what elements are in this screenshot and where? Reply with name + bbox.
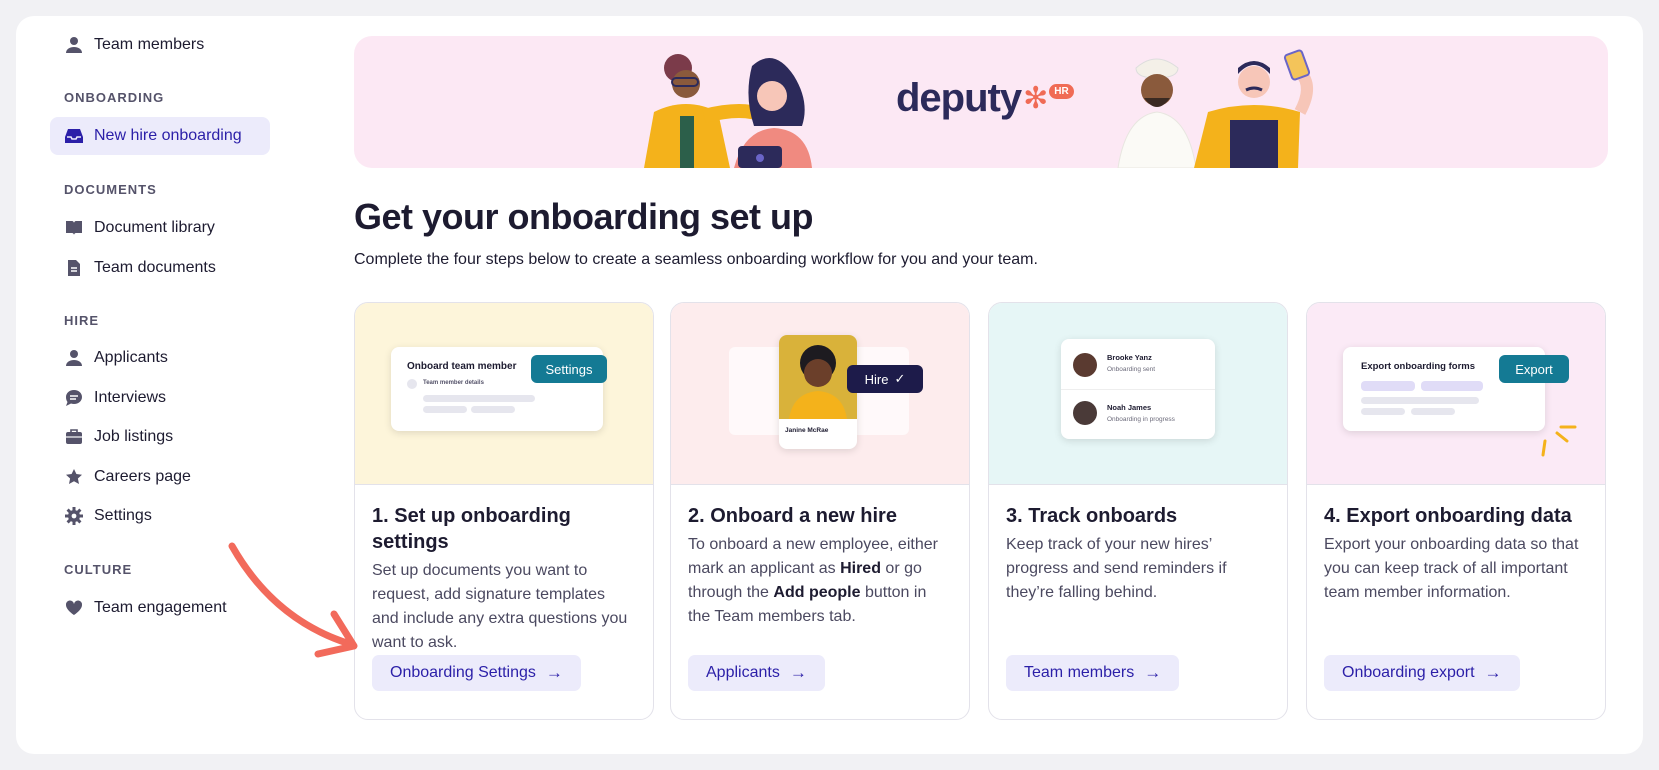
mini-status-list: Brooke Yanz Onboarding sent Noah James O… bbox=[1061, 339, 1215, 439]
sidebar-item-job-listings[interactable]: Job listings bbox=[50, 418, 270, 456]
sidebar-item-label: Settings bbox=[94, 507, 152, 524]
sidebar-item-label: Applicants bbox=[94, 349, 168, 366]
page-subtitle: Complete the four steps below to create … bbox=[354, 251, 1038, 268]
step-card-settings: Onboard team member Team member details … bbox=[354, 302, 654, 720]
placeholder-chip bbox=[1421, 381, 1483, 391]
sidebar-item-team-members[interactable]: Team members bbox=[50, 26, 270, 64]
mini-form-title: Onboard team member bbox=[407, 361, 517, 372]
illustration-people-right bbox=[1117, 49, 1313, 168]
sidebar-item-team-documents[interactable]: Team documents bbox=[50, 249, 270, 287]
section-title-onboarding: ONBOARDING bbox=[64, 90, 165, 105]
team-members-link[interactable]: Team members → bbox=[1006, 655, 1180, 691]
sidebar-item-label: Team members bbox=[94, 36, 205, 53]
sidebar-item-document-library[interactable]: Document library bbox=[50, 209, 270, 247]
sidebar-item-label: Interviews bbox=[94, 389, 167, 406]
app-window: Team members ONBOARDING New hire onboard… bbox=[16, 16, 1643, 754]
mini-form-row: Team member details bbox=[423, 380, 484, 386]
section-title-culture: CULTURE bbox=[64, 562, 133, 577]
placeholder-bar bbox=[423, 406, 467, 413]
mini-panel-title: Export onboarding forms bbox=[1361, 361, 1475, 372]
placeholder-chip bbox=[1361, 381, 1415, 391]
sparkle-lines-icon bbox=[1541, 425, 1577, 457]
arrow-right-icon: → bbox=[1144, 663, 1162, 682]
person-icon bbox=[64, 348, 84, 368]
card-title: 1. Set up onboarding settings bbox=[372, 505, 571, 553]
sparkle-icon: ✻ bbox=[1023, 82, 1048, 115]
step-card-onboard-hire: Janine McRae Hire ✓ 2. Onboard a new hir… bbox=[670, 302, 970, 720]
arrow-right-icon: → bbox=[1484, 663, 1502, 682]
star-icon bbox=[64, 467, 84, 487]
placeholder-bar bbox=[1361, 408, 1405, 415]
card-description: Set up documents you want to request, ad… bbox=[372, 562, 628, 651]
card-illustration: Brooke Yanz Onboarding sent Noah James O… bbox=[989, 303, 1287, 485]
annotation-arrow bbox=[228, 542, 358, 658]
placeholder-bar bbox=[1361, 397, 1479, 404]
person-name: Brooke Yanz bbox=[1107, 353, 1152, 362]
inbox-icon bbox=[64, 126, 84, 146]
brand-logo: deputy ✻ HR bbox=[896, 76, 1074, 121]
mini-settings-button: Settings bbox=[531, 355, 607, 383]
placeholder-bar bbox=[471, 406, 515, 413]
mini-hire-button: Hire ✓ bbox=[847, 365, 923, 393]
step-card-track: Brooke Yanz Onboarding sent Noah James O… bbox=[988, 302, 1288, 720]
briefcase-icon bbox=[64, 427, 84, 447]
sidebar-item-careers-page[interactable]: Careers page bbox=[50, 458, 270, 496]
page-title: Get your onboarding set up bbox=[354, 196, 814, 237]
person-icon bbox=[64, 35, 84, 55]
mini-export-button: Export bbox=[1499, 355, 1569, 383]
card-description: To onboard a new employee, either mark a… bbox=[688, 536, 938, 625]
arrow-right-icon: → bbox=[789, 663, 807, 682]
sidebar-item-interviews[interactable]: Interviews bbox=[50, 379, 270, 417]
heart-icon bbox=[64, 598, 84, 618]
sidebar-item-label: Careers page bbox=[94, 468, 191, 485]
onboarding-export-link[interactable]: Onboarding export → bbox=[1324, 655, 1520, 691]
card-description: Keep track of your new hires’ progress a… bbox=[1006, 536, 1227, 601]
step-card-export: Export onboarding forms Export 4. Export… bbox=[1306, 302, 1606, 720]
placeholder-bar bbox=[1411, 408, 1455, 415]
person-name: Noah James bbox=[1107, 403, 1152, 412]
person-status: Onboarding in progress bbox=[1107, 416, 1175, 423]
hr-badge: HR bbox=[1049, 84, 1074, 99]
sidebar-item-new-hire-onboarding[interactable]: New hire onboarding bbox=[50, 117, 270, 155]
avatar bbox=[1073, 401, 1097, 425]
person-status: Onboarding sent bbox=[1107, 366, 1156, 373]
placeholder-bar bbox=[423, 395, 535, 402]
book-icon bbox=[64, 218, 84, 238]
sidebar-item-label: Team engagement bbox=[94, 599, 227, 616]
sidebar-item-label: Team documents bbox=[94, 259, 216, 276]
gear-icon bbox=[64, 506, 84, 526]
card-title: 3. Track onboards bbox=[1006, 505, 1178, 527]
applicant-card: Janine McRae bbox=[779, 335, 857, 449]
onboarding-settings-link[interactable]: Onboarding Settings → bbox=[372, 655, 581, 691]
card-illustration: Export onboarding forms Export bbox=[1307, 303, 1605, 485]
divider bbox=[1061, 389, 1215, 390]
check-icon: ✓ bbox=[894, 371, 906, 386]
document-icon bbox=[64, 258, 84, 278]
illustration-people-left bbox=[644, 54, 812, 168]
sidebar-item-label: Job listings bbox=[94, 428, 174, 445]
arrow-right-icon: → bbox=[545, 663, 563, 682]
hero-banner: deputy ✻ HR bbox=[354, 36, 1608, 168]
applicant-photo bbox=[779, 335, 857, 419]
avatar bbox=[1073, 353, 1097, 377]
applicants-link[interactable]: Applicants → bbox=[688, 655, 825, 691]
sidebar-item-settings[interactable]: Settings bbox=[50, 497, 270, 535]
card-illustration: Onboard team member Team member details … bbox=[355, 303, 653, 485]
section-title-documents: DOCUMENTS bbox=[64, 182, 157, 197]
card-description: Export your onboarding data so that you … bbox=[1324, 536, 1579, 601]
chat-icon bbox=[64, 388, 84, 408]
sidebar-item-label: Document library bbox=[94, 219, 215, 236]
card-title: 2. Onboard a new hire bbox=[688, 505, 897, 527]
section-title-hire: HIRE bbox=[64, 313, 100, 328]
card-illustration: Janine McRae Hire ✓ bbox=[671, 303, 969, 485]
radio-dot bbox=[407, 379, 417, 389]
sidebar-item-applicants[interactable]: Applicants bbox=[50, 339, 270, 377]
sidebar-item-label: New hire onboarding bbox=[94, 127, 242, 144]
card-title: 4. Export onboarding data bbox=[1324, 505, 1572, 527]
applicant-name: Janine McRae bbox=[785, 427, 829, 434]
